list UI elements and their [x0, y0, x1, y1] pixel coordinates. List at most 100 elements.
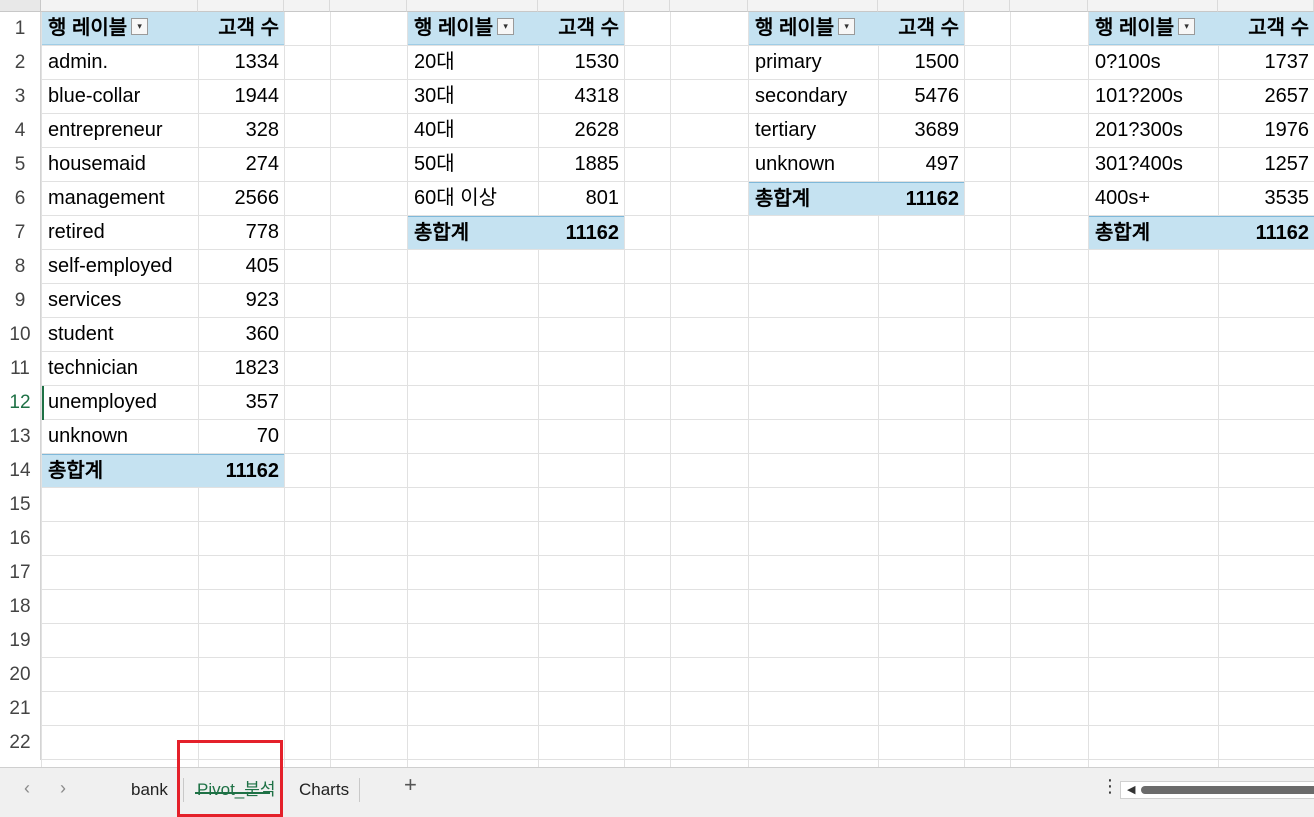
column-header[interactable]	[670, 0, 748, 12]
tab-bank[interactable]: bank	[131, 775, 168, 805]
pivot-total-value[interactable]: 11162	[1218, 216, 1314, 249]
pivot-row-label[interactable]: unknown	[749, 148, 879, 181]
pivot-header-row-label[interactable]: 행 레이블 ▾	[408, 12, 539, 45]
pivot-row-label[interactable]: 400s+	[1089, 182, 1219, 215]
pivot-row-value[interactable]: 1334	[198, 46, 284, 79]
pivot-header-row-label[interactable]: 행 레이블 ▾	[1089, 12, 1219, 45]
column-header[interactable]	[1010, 0, 1088, 12]
filter-dropdown-icon[interactable]: ▾	[497, 18, 515, 36]
row-header[interactable]: 20	[0, 658, 41, 692]
pivot-row-value[interactable]: 5476	[878, 80, 964, 113]
row-header[interactable]: 12	[0, 386, 41, 420]
row-header[interactable]: 13	[0, 420, 41, 454]
column-header[interactable]	[1218, 0, 1314, 12]
row-header[interactable]: 11	[0, 352, 41, 386]
pivot-row-label[interactable]: management	[42, 182, 199, 215]
pivot-row-value[interactable]: 4318	[538, 80, 624, 113]
pivot-row-value[interactable]: 1823	[198, 352, 284, 385]
pivot-header-row-label[interactable]: 행 레이블 ▾	[749, 12, 879, 45]
row-header[interactable]: 9	[0, 284, 41, 318]
pivot-row-value[interactable]: 2657	[1218, 80, 1314, 113]
pivot-total-value[interactable]: 11162	[878, 182, 964, 215]
add-sheet-icon[interactable]: +	[404, 772, 417, 798]
row-header[interactable]: 2	[0, 46, 41, 80]
column-header[interactable]	[284, 0, 330, 12]
pivot-row-label[interactable]: tertiary	[749, 114, 879, 147]
pivot-row-value[interactable]: 1530	[538, 46, 624, 79]
pivot-row-label[interactable]: 301?400s	[1089, 148, 1219, 181]
pivot-row-label[interactable]: 201?300s	[1089, 114, 1219, 147]
row-header[interactable]: 19	[0, 624, 41, 658]
pivot-header-count[interactable]: 고객 수	[1218, 12, 1314, 45]
row-header[interactable]: 8	[0, 250, 41, 284]
pivot-row-label[interactable]: blue-collar	[42, 80, 199, 113]
column-header[interactable]	[330, 0, 407, 12]
pivot-row-value[interactable]: 497	[878, 148, 964, 181]
pivot-row-label[interactable]: 40대	[408, 114, 539, 147]
tab-charts[interactable]: Charts	[299, 775, 349, 805]
prev-sheet-icon[interactable]: ‹	[24, 778, 30, 799]
column-header[interactable]	[538, 0, 624, 12]
pivot-row-label[interactable]: entrepreneur	[42, 114, 199, 147]
row-header[interactable]: 6	[0, 182, 41, 216]
row-header[interactable]: 17	[0, 556, 41, 590]
pivot-total-label[interactable]: 총합계	[749, 182, 879, 215]
pivot-row-value[interactable]: 1885	[538, 148, 624, 181]
pivot-row-value[interactable]: 328	[198, 114, 284, 147]
row-header[interactable]: 4	[0, 114, 41, 148]
row-header[interactable]: 15	[0, 488, 41, 522]
pivot-row-label[interactable]: primary	[749, 46, 879, 79]
scrollbar-thumb[interactable]	[1141, 786, 1314, 794]
row-header[interactable]: 3	[0, 80, 41, 114]
pivot-total-value[interactable]: 11162	[538, 216, 624, 249]
row-header[interactable]: 21	[0, 692, 41, 726]
row-header[interactable]: 7	[0, 216, 41, 250]
pivot-row-label[interactable]: self-employed	[42, 250, 199, 283]
pivot-row-value[interactable]: 360	[198, 318, 284, 351]
column-header[interactable]	[41, 0, 198, 12]
pivot-row-label[interactable]: 30대	[408, 80, 539, 113]
pivot-total-label[interactable]: 총합계	[408, 216, 539, 249]
pivot-row-value[interactable]: 357	[198, 386, 284, 419]
pivot-header-count[interactable]: 고객 수	[198, 12, 284, 45]
pivot-row-value[interactable]: 1737	[1218, 46, 1314, 79]
column-header[interactable]	[748, 0, 878, 12]
row-header[interactable]: 22	[0, 726, 41, 760]
pivot-header-count[interactable]: 고객 수	[878, 12, 964, 45]
row-header[interactable]: 16	[0, 522, 41, 556]
row-header[interactable]: 10	[0, 318, 41, 352]
pivot-row-label[interactable]: housemaid	[42, 148, 199, 181]
pivot-row-value[interactable]: 3535	[1218, 182, 1314, 215]
pivot-row-value[interactable]: 778	[198, 216, 284, 249]
pivot-row-value[interactable]: 70	[198, 420, 284, 453]
pivot-row-value[interactable]: 2566	[198, 182, 284, 215]
column-header[interactable]	[964, 0, 1010, 12]
pivot-row-value[interactable]: 801	[538, 182, 624, 215]
row-header[interactable]: 1	[0, 12, 41, 46]
row-header[interactable]: 5	[0, 148, 41, 182]
horizontal-scrollbar[interactable]: ◀	[1120, 781, 1314, 799]
pivot-row-label[interactable]: 50대	[408, 148, 539, 181]
column-header[interactable]	[407, 0, 538, 12]
pivot-row-value[interactable]: 405	[198, 250, 284, 283]
row-header[interactable]: 18	[0, 590, 41, 624]
pivot-row-label[interactable]: 101?200s	[1089, 80, 1219, 113]
pivot-total-label[interactable]: 총합계	[1089, 216, 1219, 249]
select-all-corner[interactable]	[0, 0, 41, 12]
pivot-row-value[interactable]: 3689	[878, 114, 964, 147]
pivot-header-row-label[interactable]: 행 레이블 ▾	[42, 12, 199, 45]
pivot-total-value[interactable]: 11162	[198, 454, 284, 487]
column-header[interactable]	[1088, 0, 1218, 12]
pivot-row-value[interactable]: 1944	[198, 80, 284, 113]
pivot-row-value[interactable]: 274	[198, 148, 284, 181]
row-header[interactable]: 14	[0, 454, 41, 488]
pivot-row-label[interactable]: 20대	[408, 46, 539, 79]
pivot-row-label[interactable]: 0?100s	[1089, 46, 1219, 79]
filter-dropdown-icon[interactable]: ▾	[838, 18, 856, 36]
pivot-row-label[interactable]: unemployed	[42, 386, 199, 419]
column-header[interactable]	[198, 0, 284, 12]
pivot-row-label[interactable]: secondary	[749, 80, 879, 113]
pivot-row-label[interactable]: services	[42, 284, 199, 317]
pivot-row-value[interactable]: 1257	[1218, 148, 1314, 181]
pivot-row-label[interactable]: unknown	[42, 420, 199, 453]
